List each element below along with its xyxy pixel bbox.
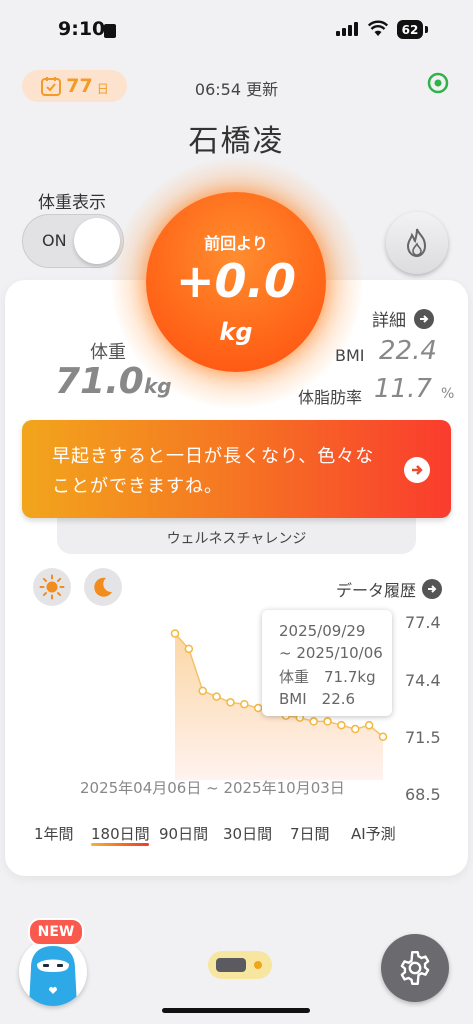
cellular-signal-icon — [336, 22, 358, 36]
weight-display-label: 体重表示 — [38, 193, 106, 213]
wifi-icon — [368, 20, 388, 36]
tooltip-weight: 体重 71.7kg — [279, 668, 376, 686]
since-last-label: 前回より — [204, 234, 268, 253]
chart-data-point[interactable] — [212, 692, 221, 701]
home-indicator — [162, 1008, 310, 1013]
last-update-time: 06:54 更新 — [194, 80, 279, 99]
mascot-icon — [29, 946, 77, 1006]
period-tab-ai-forecast[interactable]: AI予測 — [351, 823, 396, 844]
page-indicator[interactable] — [208, 951, 272, 979]
fire-button[interactable] — [386, 212, 448, 274]
chart-date-range: 2025年04月06日 ~ 2025年10月03日 — [80, 779, 345, 797]
chart-data-point[interactable] — [364, 720, 374, 730]
weight-change-unit: kg — [219, 318, 253, 346]
chart-data-point[interactable] — [198, 686, 207, 696]
chart-data-point[interactable] — [378, 732, 388, 741]
chart-data-point[interactable] — [253, 703, 263, 713]
toggle-on-text: ON — [42, 231, 67, 250]
page-indicator-current — [216, 958, 246, 972]
body-fat-unit: % — [441, 386, 455, 402]
weight-change-value: +0.0 — [175, 254, 297, 308]
weight-value: 71.0 — [55, 361, 144, 402]
body-fat-label: 体脂肪率 — [298, 388, 363, 407]
wellness-challenge-label: ウェルネスチャレンジ — [166, 531, 307, 547]
new-badge: NEW — [28, 918, 84, 946]
tip-banner[interactable]: 早起きすると一日が長くなり、色々なことができますね。 — [22, 420, 451, 518]
flame-icon — [406, 228, 427, 258]
battery-icon: 62 — [397, 20, 423, 39]
chevron-right-icon — [414, 308, 434, 329]
chart-y-tick-label: 77.4 — [405, 613, 441, 632]
chevron-right-icon — [422, 579, 443, 599]
period-tab-1-year[interactable]: 1年間 — [34, 823, 74, 844]
data-history-link[interactable]: データ履歴 — [336, 577, 443, 601]
data-history-label: データ履歴 — [336, 581, 417, 600]
settings-button[interactable] — [381, 934, 449, 1002]
page-indicator-dot — [254, 961, 262, 969]
period-tab-30-days[interactable]: 30日間 — [223, 823, 272, 844]
tip-banner-text: 早起きすると一日が長くなり、色々なことができますね。 — [52, 446, 375, 497]
moon-icon — [94, 577, 112, 597]
weight-display-toggle[interactable]: ON — [22, 214, 124, 268]
arrow-right-icon — [404, 457, 430, 483]
period-tab-7-days[interactable]: 7日間 — [290, 823, 330, 844]
chart-data-point[interactable] — [309, 717, 318, 726]
period-tab-180-days[interactable]: 180日間 — [91, 823, 150, 844]
chart-y-tick-label: 68.5 — [405, 785, 441, 804]
tooltip-date-end: ~ 2025/10/06 — [279, 644, 383, 662]
tooltip-bmi: BMI 22.6 — [279, 690, 356, 708]
chart-y-tick-label: 74.4 — [405, 671, 441, 690]
chart-data-point[interactable] — [323, 717, 332, 726]
battery-cap — [425, 26, 428, 33]
chart-y-tick-label: 71.5 — [405, 728, 441, 747]
active-period-indicator — [91, 843, 149, 846]
period-tab-90-days[interactable]: 90日間 — [159, 823, 208, 844]
bmi-value: 22.4 — [379, 336, 437, 366]
mascot-button[interactable] — [19, 938, 87, 1006]
detail-label: 詳細 — [372, 311, 406, 331]
chart-tooltip: 2025/09/29 ~ 2025/10/06 体重 71.7kg BMI 22… — [262, 610, 392, 716]
weight-change-circle[interactable]: 前回より +0.0 kg — [146, 192, 326, 372]
chart-data-point[interactable] — [240, 699, 249, 709]
tooltip-date-start: 2025/09/29 — [279, 622, 366, 640]
status-time: 9:10 — [58, 18, 106, 40]
target-icon[interactable] — [427, 72, 449, 94]
chart-data-point[interactable] — [226, 698, 235, 707]
id-card-icon — [104, 24, 116, 38]
chart-data-point[interactable] — [351, 724, 360, 734]
chart-data-point[interactable] — [184, 644, 194, 654]
body-fat-value: 11.7 — [374, 374, 432, 404]
sun-icon — [39, 574, 65, 600]
detail-link[interactable]: 詳細 — [372, 306, 434, 331]
user-name: 石橋凌 — [188, 124, 285, 159]
toggle-knob — [74, 218, 120, 264]
chart-data-point[interactable] — [170, 629, 180, 638]
gear-icon — [400, 950, 430, 986]
chart-data-point[interactable] — [337, 720, 346, 730]
